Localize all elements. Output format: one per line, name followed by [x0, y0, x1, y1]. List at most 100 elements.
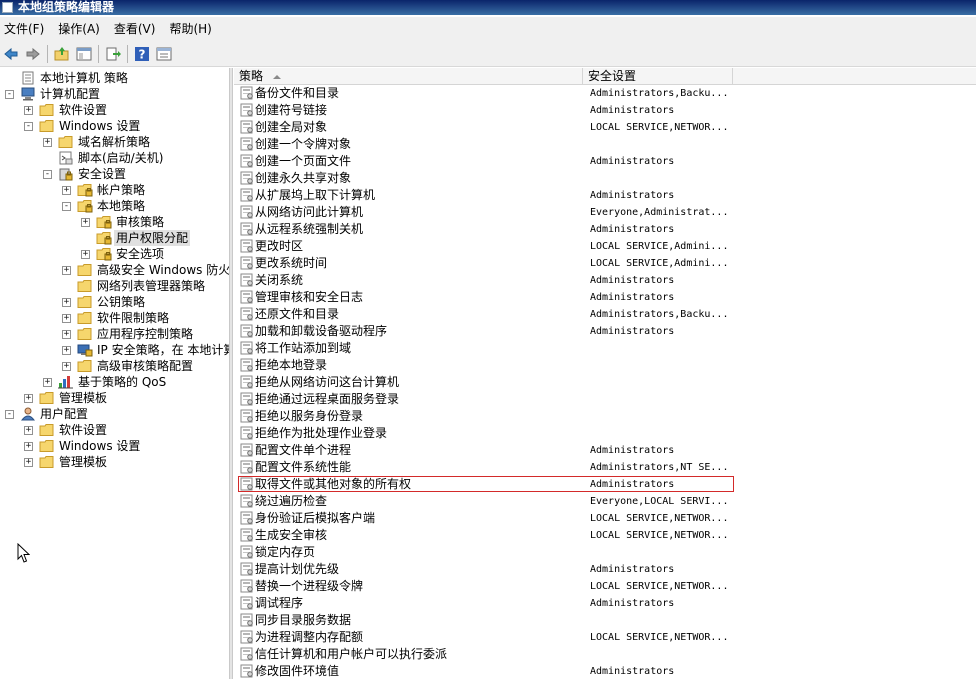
expand-icon[interactable]: + [62, 266, 71, 275]
expand-icon[interactable]: + [62, 346, 71, 355]
list-row[interactable]: 信任计算机和用户帐户可以执行委派 [234, 646, 976, 663]
tree-node[interactable]: + 管理模板 [0, 454, 229, 470]
list-row[interactable]: 从远程系统强制关机 Administrators [234, 221, 976, 238]
policy-name: 从远程系统强制关机 [255, 222, 364, 236]
menu-action[interactable]: 操作(A) [51, 19, 107, 39]
list-row[interactable]: 拒绝通过远程桌面服务登录 [234, 391, 976, 408]
tree-node[interactable]: + 高级审核策略配置 [0, 358, 229, 374]
menu-help[interactable]: 帮助(H) [162, 19, 218, 39]
tree-node[interactable]: + 管理模板 [0, 390, 229, 406]
secure-folder-icon [96, 231, 112, 245]
expand-icon[interactable]: + [43, 138, 52, 147]
expand-icon[interactable]: + [24, 442, 33, 451]
list-row[interactable]: 替换一个进程级令牌 LOCAL SERVICE,NETWOR... [234, 578, 976, 595]
properties-view-button[interactable] [154, 44, 173, 63]
tree-node[interactable]: + 软件限制策略 [0, 310, 229, 326]
expand-icon[interactable]: + [62, 186, 71, 195]
tree-node[interactable]: + Windows 设置 [0, 438, 229, 454]
security-setting-value: LOCAL SERVICE,Admini... [590, 241, 729, 252]
list-row[interactable]: 锁定内存页 [234, 544, 976, 561]
tree-node[interactable]: - 安全设置 [0, 166, 229, 182]
expand-icon[interactable]: + [81, 218, 90, 227]
list-row[interactable]: 加载和卸载设备驱动程序 Administrators [234, 323, 976, 340]
tree-node[interactable]: + 审核策略 [0, 214, 229, 230]
collapse-icon[interactable]: - [5, 410, 14, 419]
tree-node[interactable]: + 高级安全 Windows 防火墙 [0, 262, 229, 278]
list-row[interactable]: 拒绝本地登录 [234, 357, 976, 374]
tree-node[interactable]: + 软件设置 [0, 102, 229, 118]
expand-icon[interactable]: + [81, 250, 90, 259]
expand-icon[interactable]: + [24, 394, 33, 403]
collapse-icon[interactable]: - [5, 90, 14, 99]
list-row[interactable]: 创建一个令牌对象 [234, 136, 976, 153]
export-list-button[interactable] [103, 44, 122, 63]
list-row[interactable]: 创建符号链接 Administrators [234, 102, 976, 119]
list-row[interactable]: 修改固件环境值 Administrators [234, 663, 976, 679]
list-row[interactable]: 同步目录服务数据 [234, 612, 976, 629]
policy-name: 配置文件系统性能 [255, 460, 352, 474]
list-row[interactable]: 身份验证后模拟客户端 LOCAL SERVICE,NETWOR... [234, 510, 976, 527]
policy-name: 拒绝本地登录 [255, 358, 328, 372]
collapse-icon[interactable]: - [24, 122, 33, 131]
list-row-highlighted[interactable]: 取得文件或其他对象的所有权 Administrators [234, 476, 976, 493]
list-row[interactable]: 将工作站添加到域 [234, 340, 976, 357]
expand-icon[interactable]: + [24, 458, 33, 467]
list-row[interactable]: 从网络访问此计算机 Everyone,Administrat... [234, 204, 976, 221]
collapse-icon[interactable]: - [62, 202, 71, 211]
expand-icon[interactable]: + [43, 378, 52, 387]
list-row[interactable]: 调试程序 Administrators [234, 595, 976, 612]
expand-icon[interactable]: + [62, 330, 71, 339]
list-row[interactable]: 创建永久共享对象 [234, 170, 976, 187]
list-row[interactable]: 创建全局对象 LOCAL SERVICE,NETWOR... [234, 119, 976, 136]
tree-node[interactable]: - 用户配置 [0, 406, 229, 422]
tree-node[interactable]: + 基于策略的 QoS [0, 374, 229, 390]
tree-node[interactable]: + 域名解析策略 [0, 134, 229, 150]
menu-file[interactable]: 文件(F) [0, 19, 51, 39]
up-button[interactable] [52, 44, 71, 63]
tree-node[interactable]: + 安全选项 [0, 246, 229, 262]
list-row[interactable]: 提高计划优先级 Administrators [234, 561, 976, 578]
list-row[interactable]: 从扩展坞上取下计算机 Administrators [234, 187, 976, 204]
tree-node[interactable]: - 计算机配置 [0, 86, 229, 102]
forward-button[interactable] [23, 44, 42, 63]
tree-node[interactable]: + 应用程序控制策略 [0, 326, 229, 342]
list-row[interactable]: 拒绝作为批处理作业登录 [234, 425, 976, 442]
tree-node[interactable]: 脚本(启动/关机) [0, 150, 229, 166]
menu-view[interactable]: 查看(V) [107, 19, 163, 39]
list-row[interactable]: 拒绝从网络访问这台计算机 [234, 374, 976, 391]
expand-icon[interactable]: + [62, 314, 71, 323]
column-header-policy[interactable]: 策略 [234, 68, 583, 85]
list-row[interactable]: 管理审核和安全日志 Administrators [234, 289, 976, 306]
list-row[interactable]: 创建一个页面文件 Administrators [234, 153, 976, 170]
tree-node[interactable]: - 本地策略 [0, 198, 229, 214]
collapse-icon[interactable]: - [43, 170, 52, 179]
tree-node[interactable]: 本地计算机 策略 [0, 70, 229, 86]
help-button[interactable]: ? [132, 44, 151, 63]
tree-node[interactable]: + 软件设置 [0, 422, 229, 438]
list-row[interactable]: 配置文件系统性能 Administrators,NT SE... [234, 459, 976, 476]
expand-icon[interactable]: + [24, 426, 33, 435]
expand-icon[interactable]: + [62, 298, 71, 307]
list-row[interactable]: 为进程调整内存配额 LOCAL SERVICE,NETWOR... [234, 629, 976, 646]
tree-node[interactable]: 网络列表管理器策略 [0, 278, 229, 294]
list-row[interactable]: 拒绝以服务身份登录 [234, 408, 976, 425]
list-row[interactable]: 更改系统时间 LOCAL SERVICE,Admini... [234, 255, 976, 272]
back-button[interactable] [1, 44, 20, 63]
list-row[interactable]: 绕过遍历检查 Everyone,LOCAL SERVI... [234, 493, 976, 510]
tree-node[interactable]: + 帐户策略 [0, 182, 229, 198]
list-row[interactable]: 备份文件和目录 Administrators,Backu... [234, 85, 976, 102]
pane-splitter[interactable] [229, 68, 233, 679]
expand-icon[interactable]: + [24, 106, 33, 115]
list-row[interactable]: 还原文件和目录 Administrators,Backu... [234, 306, 976, 323]
tree-node[interactable]: + IP 安全策略，在 本地计算机 [0, 342, 229, 358]
list-row[interactable]: 配置文件单个进程 Administrators [234, 442, 976, 459]
list-row[interactable]: 更改时区 LOCAL SERVICE,Admini... [234, 238, 976, 255]
column-header-setting[interactable]: 安全设置 [583, 68, 733, 85]
list-row[interactable]: 生成安全审核 LOCAL SERVICE,NETWOR... [234, 527, 976, 544]
tree-node[interactable]: - Windows 设置 [0, 118, 229, 134]
show-hide-tree-button[interactable] [74, 44, 93, 63]
expand-icon[interactable]: + [62, 362, 71, 371]
tree-node[interactable]: + 公钥策略 [0, 294, 229, 310]
list-row[interactable]: 关闭系统 Administrators [234, 272, 976, 289]
tree-node[interactable]: 用户权限分配 [0, 230, 229, 246]
